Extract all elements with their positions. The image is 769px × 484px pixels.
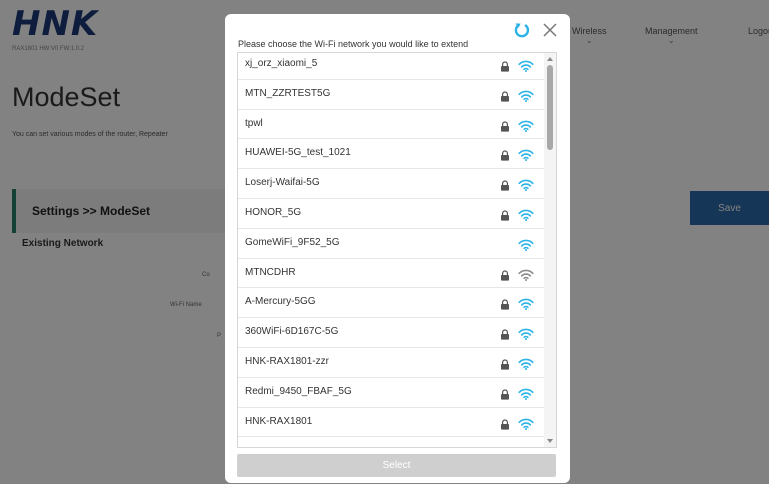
network-ssid: Redmi_9450_FBAF_5G — [245, 385, 352, 397]
wifi-signal-icon — [518, 269, 534, 281]
network-ssid: MTN_ZZRTEST5G — [245, 87, 331, 99]
wifi-select-modal: Please choose the Wi-Fi network you woul… — [225, 14, 570, 483]
lock-icon — [501, 61, 509, 72]
network-ssid: A-Mercury-5GG — [245, 296, 316, 308]
network-list-item[interactable]: xj_orz_xiaomi_5 — [238, 53, 544, 80]
network-list-box: xj_orz_xiaomi_5 MTN_ZZRTEST5Gtpwl HUAWEI-5… — [237, 52, 557, 448]
lock-icon — [501, 269, 509, 281]
select-button[interactable]: Select — [237, 454, 556, 477]
network-ssid: GomeWiFi_9F52_5G — [245, 236, 340, 248]
scroll-up-arrow-icon[interactable] — [544, 53, 556, 65]
wifi-signal-icon — [518, 209, 534, 221]
network-ssid: tpwl — [245, 117, 263, 129]
network-list-item[interactable]: HNK-RAX1801 — [238, 408, 544, 438]
network-list-item[interactable]: MTNCDHR — [238, 259, 544, 289]
wifi-signal-icon — [518, 90, 534, 102]
wifi-signal-icon — [518, 418, 534, 430]
network-list-item[interactable]: A-Mercury-5GG — [238, 288, 544, 319]
network-ssid: Loserj-Waifai-5G — [245, 177, 320, 189]
network-ssid: MTNCDHR — [245, 266, 296, 278]
lock-icon — [501, 150, 509, 161]
wifi-signal-icon — [518, 328, 534, 341]
wifi-signal-icon — [518, 388, 534, 400]
scroll-thumb[interactable] — [547, 65, 553, 150]
network-list-item[interactable]: Redmi_9450_FBAF_5G — [238, 378, 544, 408]
wifi-signal-icon — [518, 179, 534, 192]
network-list: xj_orz_xiaomi_5 MTN_ZZRTEST5Gtpwl HUAWEI-5… — [238, 53, 544, 438]
lock-icon — [501, 210, 509, 221]
wifi-signal-icon — [518, 150, 534, 162]
network-ssid: HONOR_5G — [245, 206, 302, 218]
lock-icon — [501, 389, 509, 400]
network-list-item[interactable]: tpwl — [238, 110, 544, 140]
network-list-item[interactable]: Loserj-Waifai-5G — [238, 169, 544, 199]
lock-icon — [501, 121, 509, 132]
scroll-down-arrow-icon[interactable] — [544, 435, 556, 447]
network-list-item[interactable]: MTN_ZZRTEST5G — [238, 80, 544, 110]
wifi-signal-icon — [518, 120, 534, 132]
lock-icon — [501, 180, 509, 191]
network-list-item[interactable]: HONOR_5G — [238, 199, 544, 229]
wifi-signal-icon — [518, 60, 534, 72]
modal-title: Please choose the Wi-Fi network you woul… — [238, 39, 469, 49]
lock-icon — [501, 91, 509, 102]
network-ssid: xj_orz_xiaomi_5 — [245, 58, 318, 69]
refresh-icon[interactable] — [513, 21, 531, 39]
network-list-item[interactable]: GomeWiFi_9F52_5G — [238, 229, 544, 259]
network-list-item[interactable]: 360WiFi-6D167C-5G — [238, 318, 544, 348]
lock-icon — [501, 359, 509, 370]
wifi-signal-icon — [518, 299, 534, 311]
network-ssid: HNK-RAX1801-zzr — [245, 355, 329, 367]
network-list-item[interactable]: HUAWEI-5G_test_1021 — [238, 139, 544, 170]
lock-icon — [501, 299, 509, 310]
close-icon[interactable] — [541, 21, 559, 39]
scrollbar[interactable] — [544, 53, 556, 447]
network-ssid: HUAWEI-5G_test_1021 — [245, 147, 351, 159]
network-ssid: 360WiFi-6D167C-5G — [245, 326, 339, 338]
network-ssid: HNK-RAX1801 — [245, 415, 313, 427]
network-list-item[interactable]: HNK-RAX1801-zzr — [238, 348, 544, 378]
lock-icon — [501, 418, 509, 430]
lock-icon — [501, 329, 509, 340]
wifi-signal-icon — [518, 358, 534, 370]
wifi-signal-icon — [518, 239, 534, 251]
